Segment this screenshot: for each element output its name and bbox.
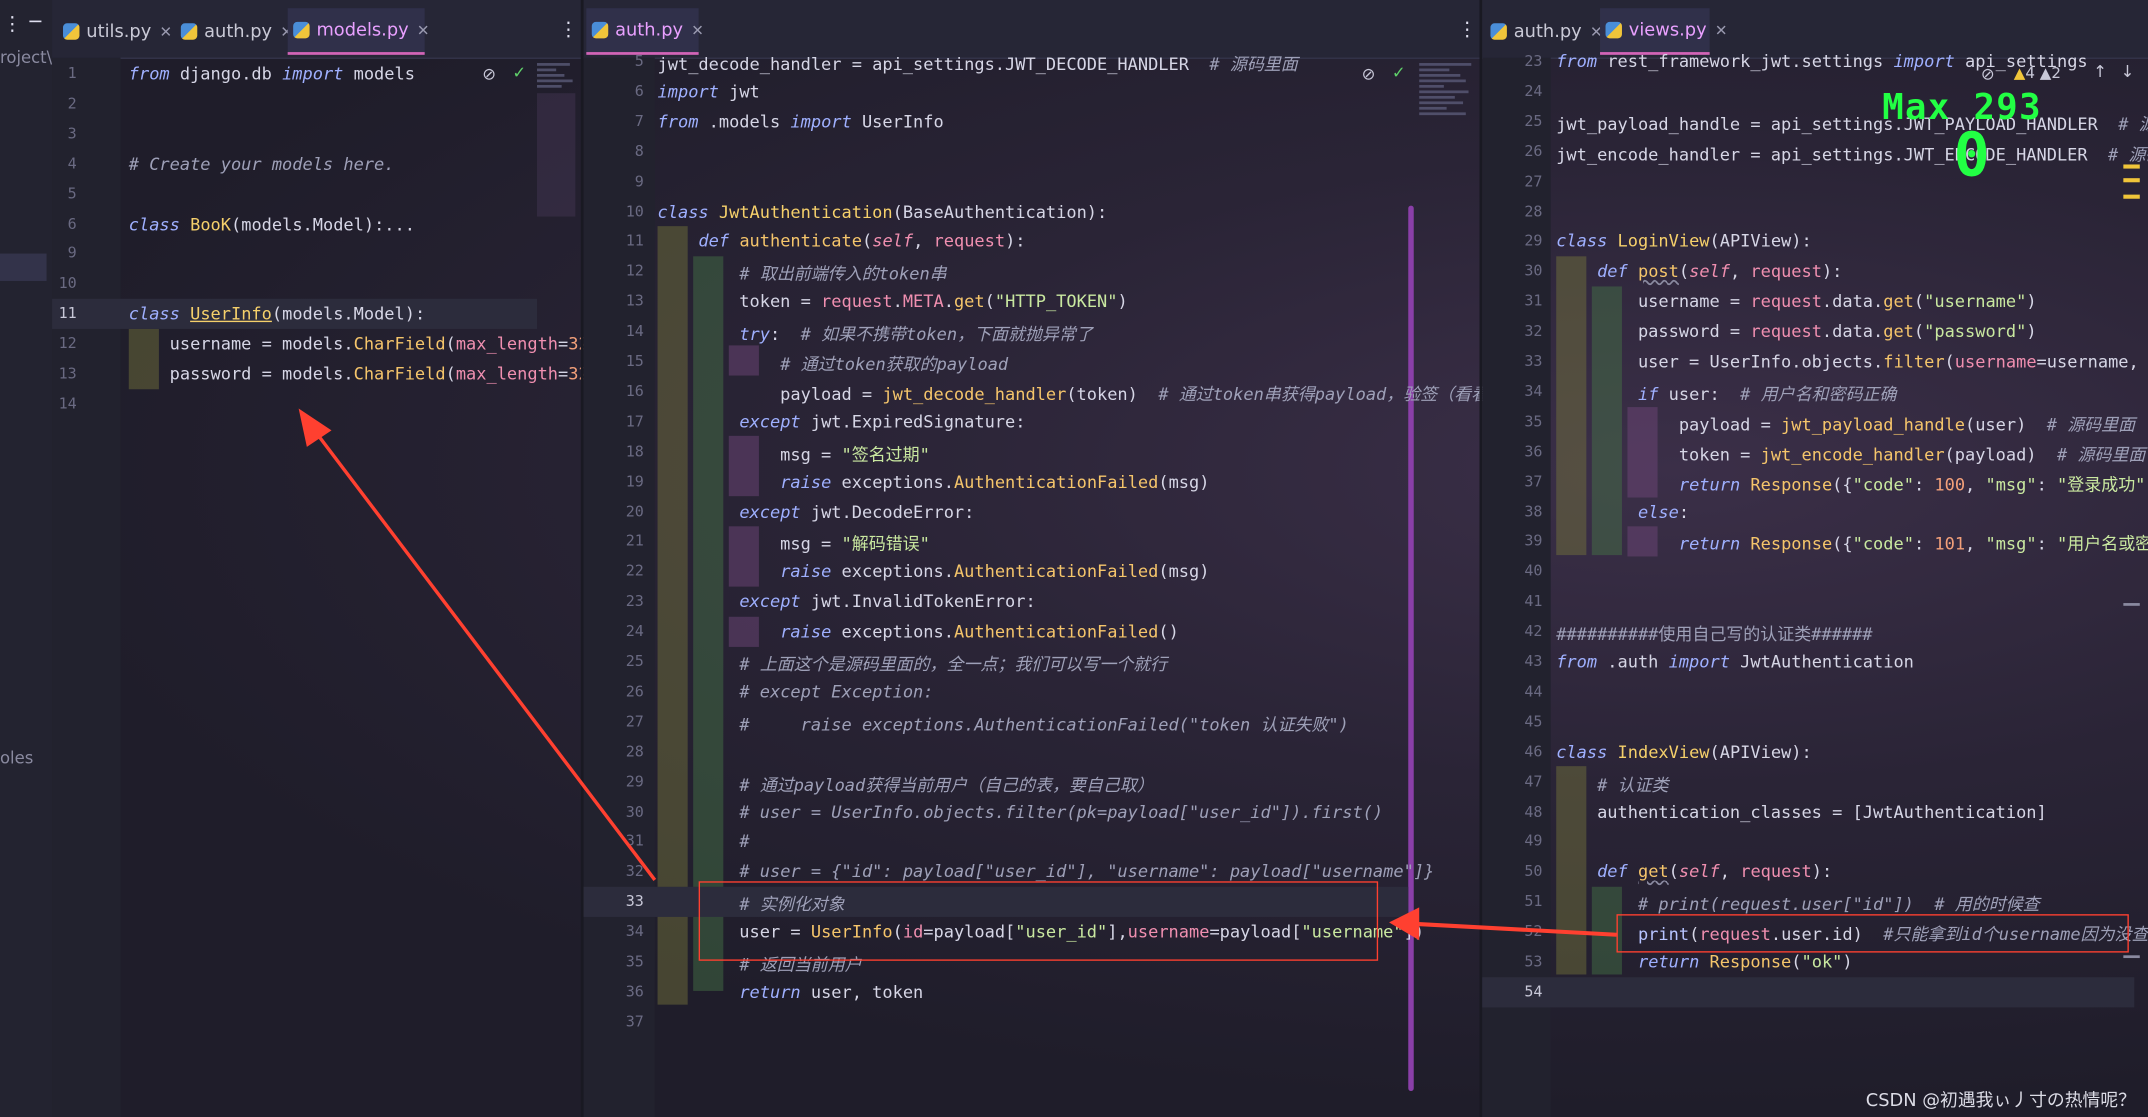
- ide-window: ⋮ − roject\c oles utils.py ✕ auth.py ✕ model…: [0, 0, 2148, 1117]
- csdn-watermark: CSDN @初遇我ぃ丿寸の热情呢？: [1865, 1090, 2136, 1112]
- arrow-to-auth-code: [1413, 921, 1617, 937]
- annotation-arrows: [298, 408, 1617, 941]
- arrowhead: [1389, 907, 1420, 941]
- arrow-to-userinfo-model: [310, 426, 657, 881]
- arrowhead: [298, 408, 332, 447]
